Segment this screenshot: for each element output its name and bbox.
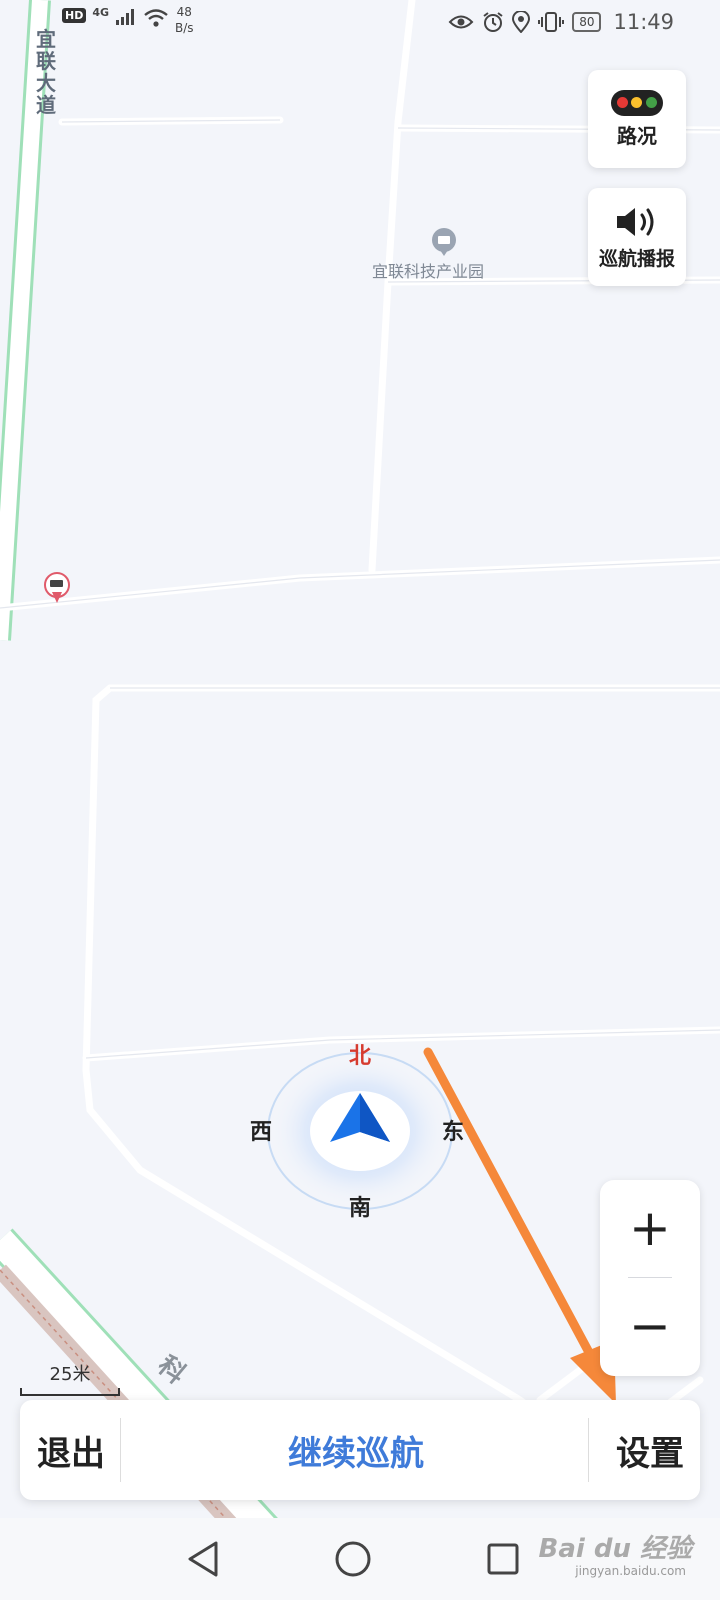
poi-label[interactable]: 宜联科技产业园: [372, 258, 484, 282]
recents-square-icon: [487, 1543, 519, 1575]
status-bar: HD 4G 48 B/s 80 11:49: [0, 0, 720, 48]
divider: [120, 1418, 121, 1482]
compass-north: 北: [348, 1044, 371, 1069]
compass-east: 东: [442, 1120, 465, 1145]
vibrate-icon: [538, 12, 565, 32]
clock: 11:49: [613, 10, 674, 34]
settings-button[interactable]: 设置: [600, 1400, 700, 1500]
traffic-light-icon: [611, 89, 663, 116]
traffic-dot: [631, 97, 643, 108]
exit-button[interactable]: 退出: [20, 1400, 122, 1500]
alarm-icon: [483, 12, 503, 32]
zoom-controls: + −: [600, 1180, 700, 1376]
back-triangle-icon: [188, 1541, 218, 1577]
network-speed: 48 B/s: [175, 5, 194, 35]
wifi-icon: [144, 9, 168, 27]
compass-south: 南: [348, 1196, 371, 1221]
divider: [588, 1418, 589, 1482]
recents-button[interactable]: [480, 1536, 526, 1582]
compass-west: 西: [250, 1120, 273, 1145]
traffic-dot: [616, 97, 628, 108]
zoom-out-button[interactable]: −: [600, 1278, 700, 1374]
speaker-icon: [617, 207, 654, 236]
back-button[interactable]: [180, 1536, 226, 1582]
scale-label: 25米: [49, 1364, 91, 1385]
battery-level: 80: [572, 12, 602, 32]
eye-icon: [448, 15, 474, 29]
cruise-bottom-bar: 退出 继续巡航 设置: [20, 1400, 700, 1500]
home-button[interactable]: [330, 1536, 376, 1582]
compass: 北 西 东 南: [250, 1036, 464, 1226]
traffic-dot: [646, 97, 658, 108]
baidu-watermark-url: jingyan.baidu.com: [575, 1564, 686, 1578]
network-type: 4G: [92, 6, 110, 19]
cruise-broadcast-button[interactable]: 巡航播报: [588, 188, 686, 286]
map-scale: 25米: [20, 1360, 120, 1396]
scale-bar: [20, 1388, 120, 1396]
hd-badge: HD: [62, 8, 87, 23]
traffic-button[interactable]: 路况: [588, 70, 686, 168]
location-icon: [512, 11, 531, 33]
zoom-in-button[interactable]: +: [600, 1180, 700, 1276]
cruise-broadcast-label: 巡航播报: [598, 247, 675, 270]
continue-cruise-button[interactable]: 继续巡航: [122, 1400, 590, 1500]
home-circle-icon: [335, 1541, 371, 1577]
traffic-label: 路况: [617, 123, 657, 148]
poi-pin-icon: [432, 228, 456, 256]
baidu-watermark: Bai du 经验: [538, 1534, 693, 1564]
signal-icon: [116, 9, 135, 25]
